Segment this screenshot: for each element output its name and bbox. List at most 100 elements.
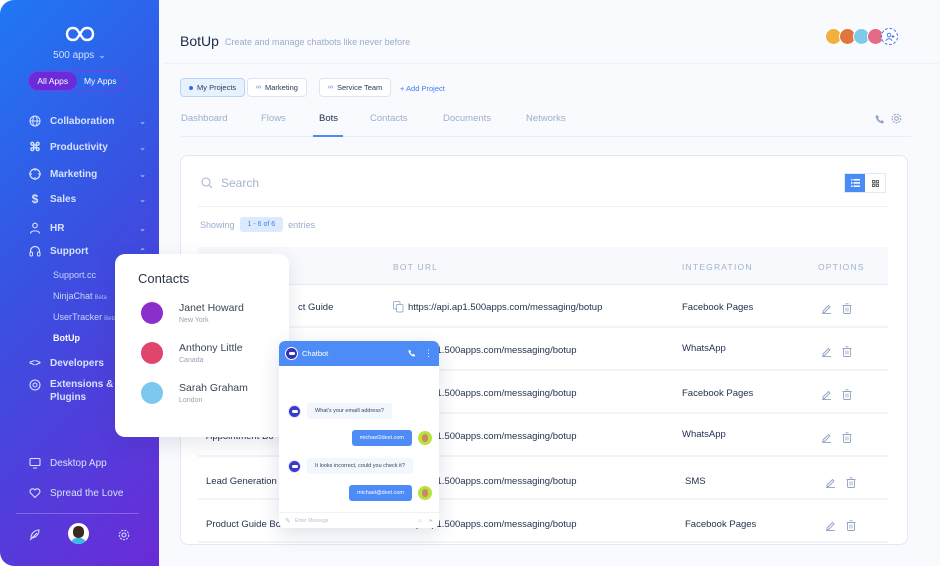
delete-icon[interactable] bbox=[846, 475, 856, 493]
sidebar-item-desktop-app[interactable]: Desktop App bbox=[28, 454, 146, 472]
tab-dashboard[interactable]: Dashboard bbox=[181, 113, 227, 124]
chevron-down-icon: ⌄ bbox=[98, 50, 106, 60]
bot-message: It looks incorrect, could you check it? bbox=[288, 458, 413, 474]
my-apps-toggle[interactable]: My Apps bbox=[77, 72, 125, 90]
edit-icon[interactable] bbox=[821, 344, 832, 362]
list-view-button[interactable] bbox=[845, 174, 865, 192]
delete-icon[interactable] bbox=[846, 518, 856, 536]
user-message: michael@dext.com bbox=[349, 485, 432, 501]
delete-icon[interactable] bbox=[842, 301, 852, 319]
integration-value: WhatsApp bbox=[682, 343, 726, 354]
tabs-divider bbox=[181, 136, 911, 137]
edit-icon[interactable] bbox=[821, 301, 832, 319]
table-row[interactable]: ct Guide https://api.ap1.500apps.com/mess… bbox=[198, 285, 888, 328]
user-icon bbox=[28, 221, 42, 235]
chat-message-input[interactable]: ✎ Enter Message ☺ ➤ bbox=[279, 512, 439, 528]
user-message: michael2dext.com bbox=[351, 430, 432, 446]
more-icon[interactable]: ⋮ bbox=[424, 348, 433, 359]
user-avatar[interactable] bbox=[68, 523, 89, 544]
page-subtitle: Create and manage chatbots like never be… bbox=[225, 37, 411, 47]
sidebar-item-hr[interactable]: HR ⌄ bbox=[28, 219, 146, 237]
beta-badge: Beta bbox=[94, 295, 107, 301]
gear-icon[interactable] bbox=[118, 528, 130, 546]
tab-bots[interactable]: Bots bbox=[319, 113, 338, 124]
search-input[interactable]: Search bbox=[201, 176, 259, 190]
team-avatars bbox=[825, 28, 898, 45]
grid-icon bbox=[871, 179, 879, 187]
column-header-integration: INTEGRATION bbox=[682, 262, 753, 272]
contact-item[interactable]: Sarah Graham London bbox=[141, 382, 248, 404]
sidebar-item-marketing[interactable]: Marketing ⌄ bbox=[28, 165, 146, 183]
tab-flows[interactable]: Flows bbox=[261, 113, 286, 124]
gear-icon[interactable] bbox=[891, 111, 902, 129]
bot-url[interactable]: https://api.ap1.500apps.com/messaging/bo… bbox=[408, 302, 602, 313]
apps-count-dropdown[interactable]: 500 apps ⌄ bbox=[0, 50, 159, 61]
phone-icon[interactable] bbox=[875, 111, 885, 129]
view-toggle bbox=[844, 173, 886, 193]
all-apps-toggle[interactable]: All Apps bbox=[29, 72, 77, 90]
code-icon: <> bbox=[29, 357, 41, 369]
delete-icon[interactable] bbox=[842, 344, 852, 362]
add-member-button[interactable] bbox=[881, 28, 898, 45]
globe-icon bbox=[28, 114, 42, 128]
chatbot-header: Chatbot ⋮ bbox=[279, 341, 439, 366]
contact-avatar bbox=[141, 342, 163, 364]
headphones-icon bbox=[28, 244, 42, 258]
edit-icon[interactable] bbox=[825, 518, 836, 536]
chevron-down-icon: ⌄ bbox=[139, 142, 146, 152]
bot-message: What's your emaill address? bbox=[288, 403, 392, 419]
contacts-popup: Contacts Janet Howard New York Anthony Li… bbox=[115, 254, 289, 437]
chevron-down-icon: ⌄ bbox=[139, 169, 146, 179]
user-avatar bbox=[418, 486, 432, 500]
delete-icon[interactable] bbox=[842, 430, 852, 448]
emoji-icon[interactable]: ☺ bbox=[418, 518, 423, 524]
delete-icon[interactable] bbox=[842, 387, 852, 405]
sidebar-item-productivity[interactable]: ⌘ Productivity ⌄ bbox=[28, 138, 146, 156]
logo[interactable] bbox=[0, 26, 159, 42]
tab-documents[interactable]: Documents bbox=[443, 113, 491, 124]
edit-icon[interactable] bbox=[821, 387, 832, 405]
tab-networks[interactable]: Networks bbox=[526, 113, 566, 124]
link-icon: ∞ bbox=[328, 84, 333, 91]
entries-info: Showing 1 - 6 of 6 entries bbox=[200, 217, 315, 232]
sidebar-subitem-botup[interactable]: BotUp bbox=[53, 333, 80, 343]
bot-name: ct Guide bbox=[298, 302, 334, 313]
list-icon bbox=[850, 179, 860, 187]
grid-view-button[interactable] bbox=[865, 174, 885, 192]
integration-value: SMS bbox=[685, 476, 706, 487]
chatbot-widget: Chatbot ⋮ What's your emaill address? mi… bbox=[279, 341, 439, 528]
contact-item[interactable]: Anthony Little Canada bbox=[141, 342, 243, 364]
row-options bbox=[825, 518, 856, 536]
sidebar-item-sales[interactable]: $ Sales ⌄ bbox=[28, 190, 146, 208]
entries-range-badge: 1 - 6 of 6 bbox=[239, 217, 284, 232]
search-icon bbox=[201, 177, 213, 189]
project-service-team[interactable]: ∞ Service Team bbox=[319, 78, 392, 97]
row-options bbox=[821, 301, 852, 319]
chrome-icon bbox=[28, 378, 42, 392]
chevron-down-icon: ⌄ bbox=[139, 116, 146, 126]
target-icon bbox=[28, 167, 42, 181]
sidebar-item-collaboration[interactable]: Collaboration ⌄ bbox=[28, 112, 146, 130]
command-icon: ⌘ bbox=[29, 140, 41, 154]
edit-icon[interactable] bbox=[825, 475, 836, 493]
bot-name: Product Guide Bo bbox=[206, 519, 281, 530]
sidebar-subitem-usertracker[interactable]: UserTracker Beta bbox=[53, 312, 117, 322]
integration-value: Facebook Pages bbox=[682, 388, 754, 399]
project-marketing[interactable]: ∞ Marketing bbox=[247, 78, 307, 97]
sidebar-item-spread-love[interactable]: Spread the Love bbox=[28, 484, 146, 502]
sidebar-subitem-supportcc[interactable]: Support.cc bbox=[53, 270, 96, 280]
edit-icon[interactable] bbox=[821, 430, 832, 448]
sidebar-subitem-ninjachat[interactable]: NinjaChat Beta bbox=[53, 291, 107, 301]
integration-value: Facebook Pages bbox=[682, 302, 754, 313]
phone-icon[interactable] bbox=[408, 349, 416, 359]
feather-icon[interactable] bbox=[28, 528, 40, 546]
project-my-projects[interactable]: My Projects bbox=[180, 78, 246, 97]
sidebar-divider bbox=[16, 513, 139, 514]
send-icon[interactable]: ➤ bbox=[429, 518, 433, 524]
attachment-icon[interactable]: ✎ bbox=[285, 517, 291, 525]
copy-icon[interactable] bbox=[393, 300, 404, 318]
row-options bbox=[821, 430, 852, 448]
tab-contacts[interactable]: Contacts bbox=[370, 113, 408, 124]
add-project-link[interactable]: + Add Project bbox=[400, 84, 445, 93]
contact-item[interactable]: Janet Howard New York bbox=[141, 302, 244, 324]
